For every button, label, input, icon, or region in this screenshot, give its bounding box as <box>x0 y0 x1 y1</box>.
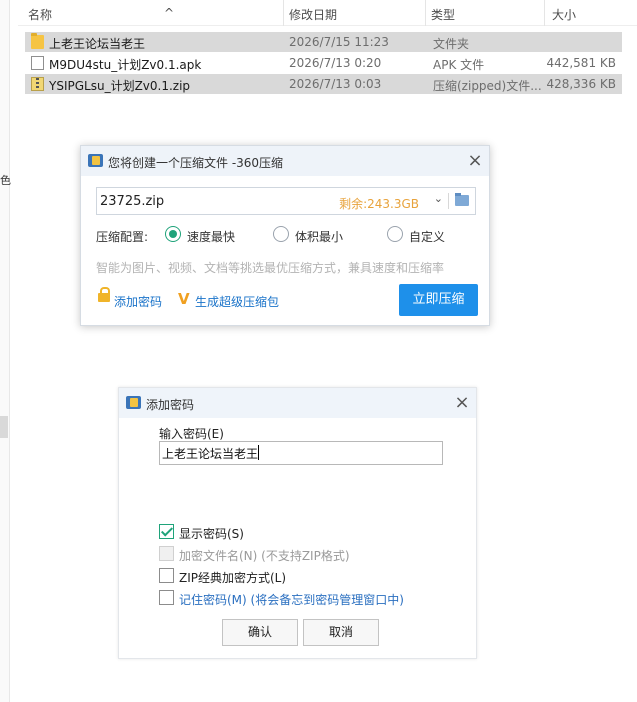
text-caret <box>258 445 259 460</box>
super-compress-link[interactable]: 生成超级压缩包 <box>195 293 279 310</box>
app-360zip-icon <box>88 154 103 167</box>
file-type: 压缩(zipped)文件... <box>433 79 542 93</box>
confirm-button[interactable]: 确认 <box>222 619 298 646</box>
remember-password-label[interactable]: 记住密码(M) (将会备忘到密码管理窗口中) <box>179 591 404 608</box>
password-input-label: 输入密码(E) <box>159 427 224 441</box>
super-compress-icon: V <box>178 290 190 308</box>
column-header-size[interactable]: 大小 <box>552 6 576 23</box>
chevron-down-icon[interactable]: ⌄ <box>434 192 443 205</box>
compress-hint-text: 智能为图片、视频、文档等挑选最优压缩方式，兼具速度和压缩率 <box>96 261 445 275</box>
column-header-type[interactable]: 类型 <box>431 6 455 23</box>
compress-config-label: 压缩配置: <box>96 230 149 244</box>
compress-dialog-titlebar[interactable]: 您将创建一个压缩文件 -360压缩 × <box>81 146 489 176</box>
file-row[interactable]: M9DU4stu_计划Zv0.1.apk 2026/7/13 0:20 APK … <box>25 53 622 73</box>
file-date: 2026/7/13 0:20 <box>289 56 382 70</box>
navigation-pane-edge <box>0 0 10 702</box>
file-date: 2026/7/15 11:23 <box>289 35 389 49</box>
compress-now-button[interactable]: 立即压缩 <box>399 284 478 316</box>
file-row[interactable]: 上老王论坛当老王 2026/7/15 11:23 文件夹 <box>25 32 622 52</box>
column-header-date[interactable]: 修改日期 <box>289 6 337 23</box>
close-icon[interactable]: × <box>464 150 486 172</box>
file-size: 428,336 KB <box>546 77 616 91</box>
add-password-link[interactable]: 添加密码 <box>114 293 162 310</box>
column-separator[interactable] <box>544 0 545 26</box>
radio-custom-label[interactable]: 自定义 <box>409 228 445 245</box>
app-360zip-icon <box>126 396 141 409</box>
add-password-dialog: 添加密码 × 输入密码(E) 显示密码(S) 加密文件名(N) (不支持ZIP格… <box>118 387 477 659</box>
remember-password-checkbox[interactable] <box>159 590 174 605</box>
radio-fastest[interactable] <box>165 226 181 242</box>
radio-fastest-label[interactable]: 速度最快 <box>187 228 235 245</box>
password-dialog-titlebar[interactable]: 添加密码 × <box>119 388 476 418</box>
zip-classic-checkbox[interactable] <box>159 568 174 583</box>
zip-classic-label[interactable]: ZIP经典加密方式(L) <box>179 569 286 586</box>
column-separator[interactable] <box>425 0 426 26</box>
radio-smallest[interactable] <box>273 226 289 242</box>
field-divider <box>448 193 449 209</box>
file-type: APK 文件 <box>433 58 485 72</box>
password-dialog-title: 添加密码 <box>146 398 195 412</box>
encrypt-filename-checkbox <box>159 546 174 561</box>
sort-arrow-icon: ^ <box>164 6 175 20</box>
file-name: 上老王论坛当老王 <box>49 37 146 51</box>
browse-folder-icon[interactable] <box>455 193 469 206</box>
file-name: YSIPGLsu_计划Zv0.1.zip <box>49 79 191 93</box>
archive-name-value[interactable]: 23725.zip <box>100 194 164 209</box>
free-space-label: 剩余:243.3GB <box>339 197 419 211</box>
navigation-pane-fragment: 色 <box>0 174 11 187</box>
file-name: M9DU4stu_计划Zv0.1.apk <box>49 58 202 72</box>
column-header-name[interactable]: 名称 <box>28 6 52 23</box>
file-row[interactable]: YSIPGLsu_计划Zv0.1.zip 2026/7/13 0:03 压缩(z… <box>25 74 622 94</box>
lock-icon <box>98 287 110 302</box>
column-header-row: ^ 名称 修改日期 类型 大小 <box>18 0 637 26</box>
encrypt-filename-label: 加密文件名(N) (不支持ZIP格式) <box>179 549 350 563</box>
close-icon[interactable]: × <box>451 392 473 414</box>
compress-dialog: 您将创建一个压缩文件 -360压缩 × 23725.zip 剩余:243.3GB… <box>80 145 490 326</box>
document-icon <box>31 56 44 70</box>
password-input[interactable] <box>159 441 443 465</box>
folder-icon <box>31 33 44 49</box>
compress-dialog-title: 您将创建一个压缩文件 -360压缩 <box>108 156 284 170</box>
file-type: 文件夹 <box>433 37 470 51</box>
radio-smallest-label[interactable]: 体积最小 <box>295 228 343 245</box>
column-separator[interactable] <box>283 0 284 26</box>
file-date: 2026/7/13 0:03 <box>289 77 382 91</box>
show-password-checkbox[interactable] <box>159 524 174 539</box>
navigation-pane-scrollbar[interactable] <box>0 416 8 438</box>
show-password-label[interactable]: 显示密码(S) <box>179 525 244 542</box>
cancel-button[interactable]: 取消 <box>303 619 379 646</box>
radio-custom[interactable] <box>387 226 403 242</box>
archive-name-field[interactable]: 23725.zip 剩余:243.3GB ⌄ <box>96 187 476 215</box>
file-size: 442,581 KB <box>546 56 616 70</box>
zip-icon <box>31 77 44 91</box>
